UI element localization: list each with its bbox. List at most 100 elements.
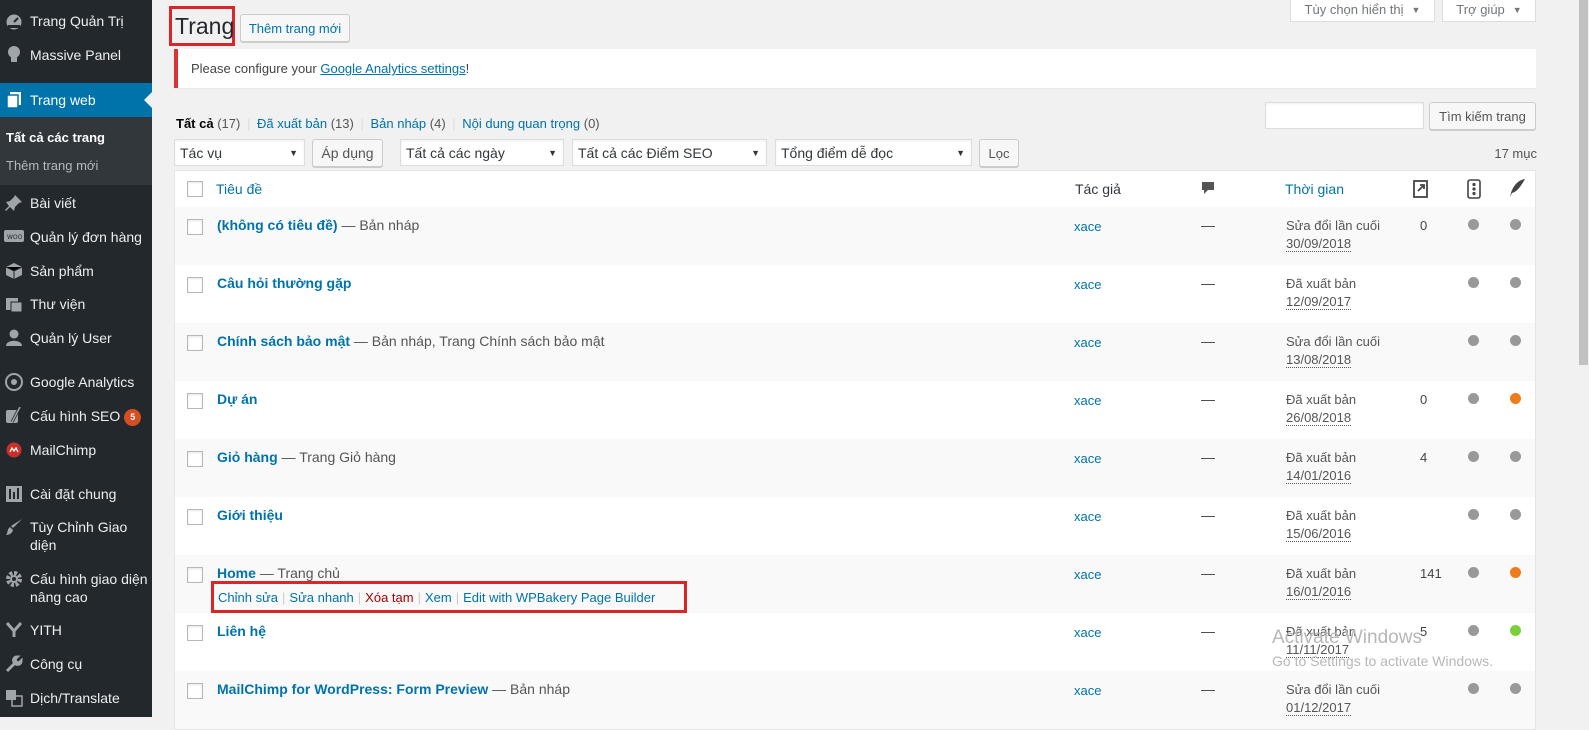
row-post-state: — Bản nháp, Trang Chính sách bảo mật [350, 333, 605, 349]
row-title-link[interactable]: Chính sách bảo mật [217, 333, 350, 349]
row-checkbox[interactable] [187, 277, 203, 293]
caret-down-icon: ▼ [1512, 4, 1522, 15]
view-cornerstone[interactable]: Nội dung quan trọng [462, 116, 580, 131]
column-title[interactable]: Tiêu đề [216, 181, 262, 197]
row-checkbox[interactable] [187, 567, 203, 583]
scrollbar-thumb[interactable] [1579, 0, 1588, 365]
row-author-link[interactable]: xace [1074, 451, 1101, 466]
readability-filter-select[interactable]: Tổng điểm dễ đọc ▼ [775, 139, 972, 166]
quick-edit-link[interactable]: Sửa nhanh [289, 590, 353, 605]
submenu-add-new[interactable]: Thêm trang mới [6, 158, 98, 173]
help-tab[interactable]: Trợ giúp ▼ [1442, 0, 1536, 22]
row-author-link[interactable]: xace [1074, 567, 1101, 582]
row-title-link[interactable]: Giỏ hàng [217, 449, 278, 465]
seo-score-icon[interactable] [1467, 179, 1481, 202]
add-new-page-button[interactable]: Thêm trang mới [240, 14, 350, 42]
menu-mailchimp[interactable]: MailChimp [0, 441, 152, 459]
seo-score-dot [1468, 335, 1479, 346]
bulk-action-select[interactable]: Tác vụ ▼ [174, 139, 305, 166]
row-title-link[interactable]: Câu hỏi thường gặp [217, 275, 351, 291]
readability-quill-icon[interactable] [1508, 178, 1526, 201]
analytics-settings-link[interactable]: Google Analytics settings [320, 61, 465, 76]
screen-options-tab[interactable]: Tùy chọn hiển thị ▼ [1290, 0, 1435, 22]
seo-score-dot [1468, 683, 1479, 694]
row-date: 26/08/2018 [1286, 410, 1352, 426]
menu-massive-panel[interactable]: Massive Panel [0, 46, 152, 64]
edit-link[interactable]: Chỉnh sửa [218, 590, 278, 605]
readability-dot [1510, 451, 1521, 462]
search-pages-button[interactable]: Tìm kiếm trang [1429, 102, 1536, 130]
table-row: (không có tiêu đề) — Bản nháp xace — Sửa… [175, 207, 1535, 265]
apply-button[interactable]: Áp dụng [312, 139, 383, 167]
view-all[interactable]: Tất cả [176, 116, 214, 131]
row-internal-links: 4 [1420, 450, 1428, 465]
row-date-status: Đã xuất bản [1286, 624, 1357, 639]
row-checkbox[interactable] [187, 335, 203, 351]
row-checkbox[interactable] [187, 393, 203, 409]
menu-posts[interactable]: Bài viết [0, 194, 152, 212]
row-author-link[interactable]: xace [1074, 509, 1101, 524]
row-date: 13/08/2018 [1286, 352, 1352, 368]
view-link[interactable]: Xem [425, 590, 452, 605]
column-date[interactable]: Thời gian [1285, 181, 1344, 197]
submenu-all-pages[interactable]: Tất cả các trang [6, 130, 105, 145]
row-title-link[interactable]: Dự án [217, 391, 257, 407]
row-author-link[interactable]: xace [1074, 219, 1101, 234]
select-all-checkbox[interactable] [187, 181, 203, 197]
row-author-link[interactable]: xace [1074, 277, 1101, 292]
menu-google-analytics[interactable]: Google Analytics [0, 373, 152, 391]
row-author-link[interactable]: xace [1074, 393, 1101, 408]
row-title-link[interactable]: MailChimp for WordPress: Form Preview [217, 681, 488, 697]
row-actions: Chỉnh sửa | Sửa nhanh | Xóa tạm | Xem | … [211, 581, 687, 613]
caret-down-icon: ▼ [289, 148, 298, 158]
menu-seo[interactable]: Cấu hình SEO 5 [0, 407, 152, 426]
row-checkbox[interactable] [187, 451, 203, 467]
menu-products[interactable]: Sản phẩm [0, 262, 152, 280]
row-date-status: Đã xuất bản [1286, 276, 1357, 291]
menu-orders[interactable]: WOO Quản lý đơn hàng [0, 228, 152, 246]
seo-score-dot [1468, 393, 1479, 404]
row-title-link[interactable]: Giới thiệu [217, 507, 283, 523]
view-published[interactable]: Đã xuất bản [257, 116, 327, 131]
row-comments: — [1201, 507, 1215, 523]
menu-general-settings[interactable]: Cài đặt chung [0, 485, 152, 503]
row-author-link[interactable]: xace [1074, 683, 1101, 698]
menu-customize[interactable]: Tùy Chỉnh Giao diện [0, 518, 152, 554]
row-checkbox[interactable] [187, 219, 203, 235]
row-checkbox[interactable] [187, 509, 203, 525]
woo-icon: WOO [4, 228, 24, 246]
wrench-icon [4, 655, 24, 673]
readability-dot [1510, 393, 1521, 404]
table-row: Dự án xace — Đã xuất bản 26/08/2018 0 [175, 381, 1535, 439]
row-title-link[interactable]: Liên hệ [217, 623, 266, 639]
menu-translate[interactable]: Dịch/Translate [0, 689, 152, 707]
row-author-link[interactable]: xace [1074, 625, 1101, 640]
view-drafts-count: (4) [429, 116, 446, 131]
row-checkbox[interactable] [187, 683, 203, 699]
menu-tools[interactable]: Công cụ [0, 655, 152, 673]
trash-link[interactable]: Xóa tạm [365, 590, 413, 605]
menu-media[interactable]: Thư viện [0, 295, 152, 313]
row-title-link[interactable]: Home [217, 565, 256, 581]
filter-button[interactable]: Lọc [979, 139, 1019, 167]
caret-down-icon: ▼ [751, 148, 760, 158]
page-scrollbar[interactable] [1578, 0, 1589, 717]
row-author-link[interactable]: xace [1074, 335, 1101, 350]
wpbakery-edit-link[interactable]: Edit with WPBakery Page Builder [463, 590, 655, 605]
menu-pages[interactable]: Trang web [0, 83, 152, 117]
menu-users[interactable]: Quản lý User [0, 329, 152, 347]
seo-filter-select[interactable]: Tất cả các Điểm SEO ▼ [572, 139, 767, 166]
menu-advanced-theme[interactable]: Cấu hình giao diện nâng cao [0, 570, 152, 606]
view-drafts[interactable]: Bản nháp [370, 116, 426, 131]
date-filter-select[interactable]: Tất cả các ngày ▼ [400, 139, 564, 166]
row-post-state: — Bản nháp [488, 681, 570, 697]
menu-yith[interactable]: YITH [0, 621, 152, 639]
row-post-state: — Trang Giỏ hàng [277, 449, 396, 465]
row-title-link[interactable]: (không có tiêu đề) [217, 217, 338, 233]
row-date: 16/01/2016 [1286, 584, 1352, 600]
search-pages-input[interactable] [1265, 102, 1424, 129]
row-checkbox[interactable] [187, 625, 203, 641]
view-published-count: (13) [330, 116, 354, 131]
menu-dashboard[interactable]: Trang Quản Trị [0, 12, 152, 30]
internal-links-icon[interactable] [1411, 179, 1431, 202]
